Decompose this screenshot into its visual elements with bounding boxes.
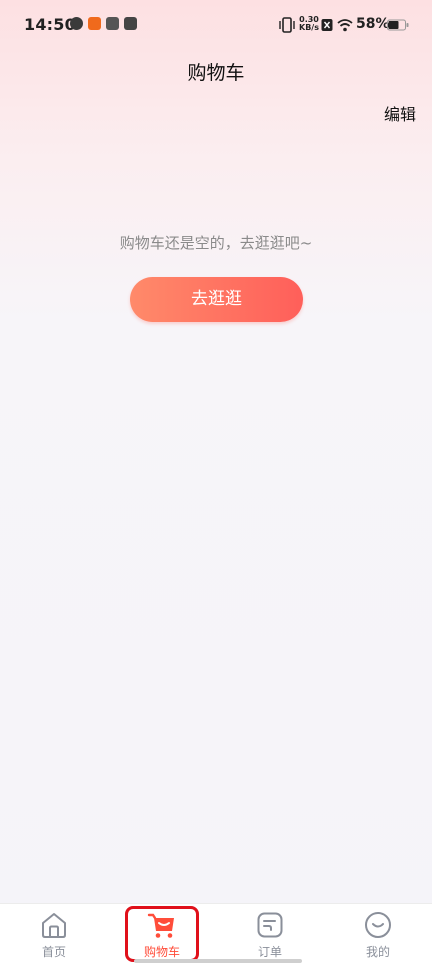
bottom-tab-bar: 首页 购物车 订单 我的 — [0, 903, 432, 964]
network-speed-unit: KB/s — [299, 23, 319, 32]
network-speed: 0.30 KB/s — [298, 16, 320, 32]
app-notification-icon — [70, 17, 83, 30]
vibrate-icon — [279, 17, 295, 33]
home-icon — [42, 913, 66, 938]
message-notification-icon — [106, 17, 119, 30]
status-bar: 14:50 0.30 KB/s 58% — [0, 0, 432, 52]
go-shopping-button[interactable]: 去逛逛 — [130, 277, 303, 322]
wifi-icon — [337, 19, 353, 32]
order-icon — [257, 912, 283, 938]
battery-icon — [387, 19, 409, 31]
edit-button[interactable]: 编辑 — [384, 101, 416, 125]
tab-orders[interactable]: 订单 — [216, 904, 324, 964]
tab-me-label: 我的 — [365, 945, 390, 959]
active-tab-highlight — [125, 906, 199, 962]
cart-screen: 14:50 0.30 KB/s 58% 购物车 编辑 购物车还是空的，去逛逛吧~… — [0, 0, 432, 964]
tab-home-label: 首页 — [41, 945, 66, 959]
status-time: 14:50 — [24, 15, 76, 34]
mail-notification-icon — [124, 17, 137, 30]
home-indicator[interactable] — [134, 959, 302, 963]
page-title: 购物车 — [187, 62, 245, 84]
battery-percent: 58% — [356, 16, 390, 32]
taobao-notification-icon — [88, 17, 101, 30]
tab-me[interactable]: 我的 — [324, 904, 432, 964]
smile-icon — [365, 912, 391, 938]
no-sim-icon — [321, 19, 333, 31]
empty-cart-message: 购物车还是空的，去逛逛吧~ — [119, 234, 313, 252]
tab-orders-label: 订单 — [257, 945, 282, 959]
tab-home[interactable]: 首页 — [0, 904, 108, 964]
